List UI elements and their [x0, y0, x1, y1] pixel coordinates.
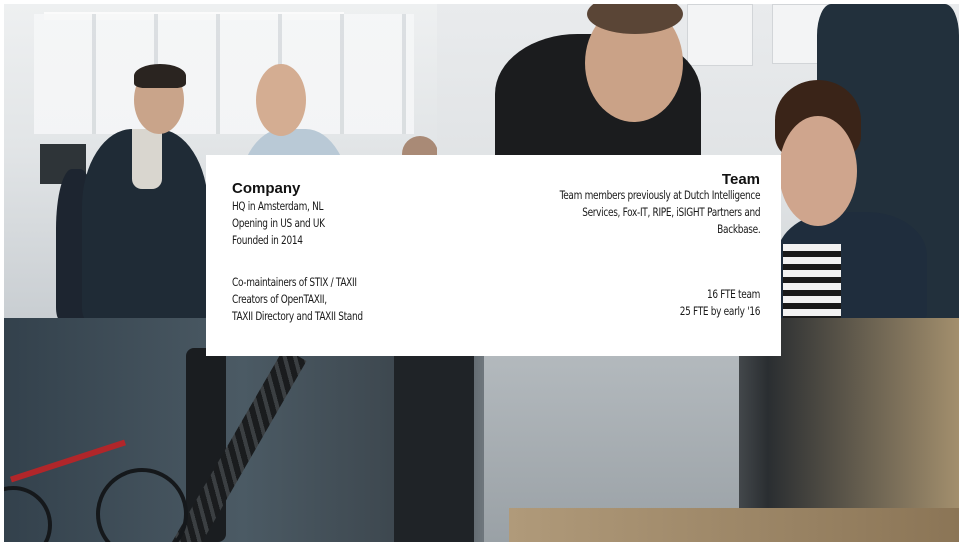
team-size-line: 16 FTE team [706, 287, 760, 301]
team-size-line: 25 FTE by early '16 [679, 304, 761, 318]
person-shirt [132, 129, 162, 189]
bicycle-wheel [4, 486, 52, 542]
striped-top [783, 244, 841, 318]
company-standards: Co-maintainers of STIX / TAXII Creators … [232, 274, 400, 325]
team-size: 16 FTE team 25 FTE by early '16 [657, 286, 761, 320]
team-column: Team Team members previously at Dutch In… [480, 155, 760, 356]
person-hair [134, 64, 186, 88]
person-head [779, 116, 857, 226]
info-card: Company HQ in Amsterdam, NL Opening in U… [206, 155, 781, 356]
stone-ledge [509, 508, 959, 542]
whiteboard [687, 4, 753, 66]
team-background-line: Team members previously at Dutch Intelli… [559, 188, 760, 202]
bicycle-wheel [96, 468, 188, 542]
company-fact: Opening in US and UK [232, 216, 325, 230]
company-fact: HQ in Amsterdam, NL [232, 199, 324, 213]
person-head [256, 64, 306, 136]
team-background-line: Backbase. [716, 222, 761, 236]
standards-line: TAXII Directory and TAXII Stand [232, 309, 363, 323]
company-facts: HQ in Amsterdam, NL Opening in US and UK… [232, 198, 351, 249]
dark-doorway [394, 348, 474, 542]
team-background: Team members previously at Dutch Intelli… [503, 187, 760, 238]
team-background-line: Services, Fox-IT, RIPE, iSIGHT Partners … [581, 205, 760, 219]
standards-line: Co-maintainers of STIX / TAXII [232, 275, 357, 289]
company-heading: Company [232, 180, 301, 197]
company-column: Company HQ in Amsterdam, NL Opening in U… [232, 155, 492, 356]
bicycle-frame [10, 439, 126, 483]
company-fact: Founded in 2014 [232, 233, 303, 247]
standards-line: Creators of OpenTAXII, [232, 292, 327, 306]
office-windows [34, 14, 414, 134]
team-heading: Team [721, 171, 760, 188]
